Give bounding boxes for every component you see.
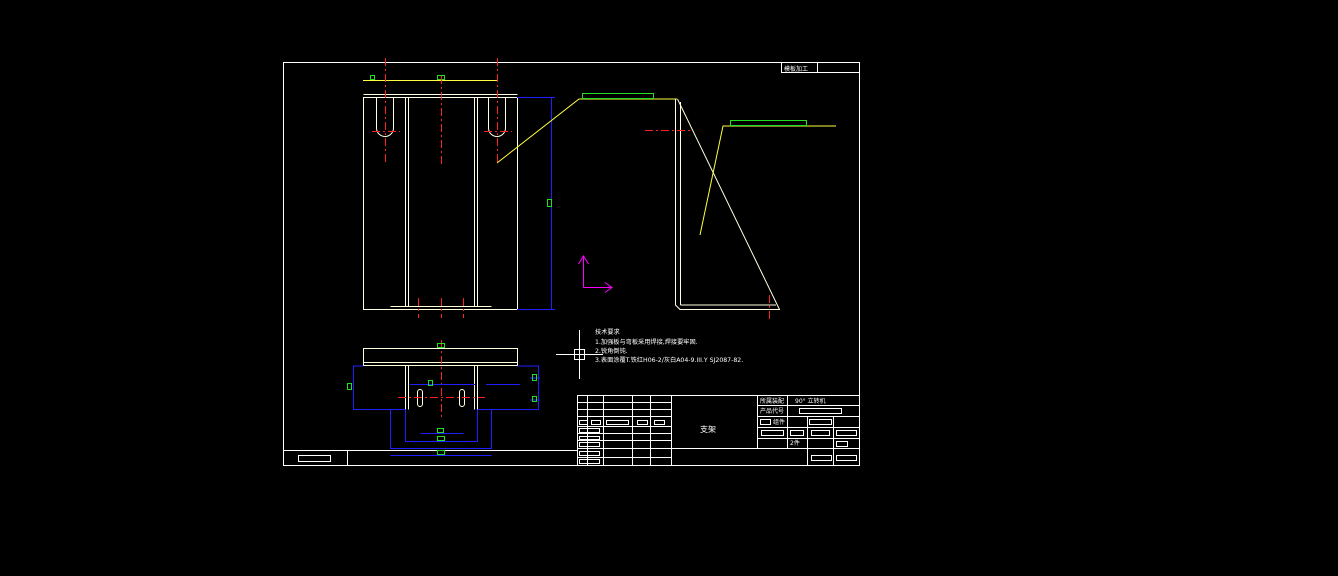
tech-requirement-line: 2.锐角倒钝. [595, 347, 628, 355]
front-view [363, 58, 555, 318]
project-label: 所属装配 [760, 397, 784, 405]
top-right-tag-text: 模板加工 [784, 65, 808, 73]
sheet-label: 2件 [790, 439, 800, 447]
cad-drawing-canvas[interactable]: 模板加工 技术要求 1.加强板与弯板采用焊接,焊接要牢固. 2.锐角倒钝. 3.… [0, 0, 1338, 576]
tech-requirement-line: 3.表面涂覆T.铁红H06-2/灰白A04-9.III.Y SJ2087-82. [595, 356, 743, 364]
title-block-text: 支架 所属装配 90° 立转机 产品代号 组件 2件 [700, 397, 826, 447]
title-block [577, 395, 860, 466]
part-name: 支架 [700, 424, 716, 434]
tech-requirements-heading: 技术要求 [595, 328, 620, 336]
bottom-view [347, 340, 540, 456]
material-label: 组件 [773, 418, 785, 426]
tech-requirements: 技术要求 1.加强板与弯板采用焊接,焊接要牢固. 2.锐角倒钝. 3.表面涂覆T… [595, 328, 743, 364]
dim-text-marker [582, 93, 654, 99]
dim-text-marker [370, 75, 375, 80]
ucs-axes-icon [578, 255, 613, 293]
dim-text-marker [730, 120, 807, 126]
tech-requirement-line: 1.加强板与弯板采用焊接,焊接要牢固. [595, 338, 698, 346]
product-code-label: 产品代号 [760, 407, 784, 415]
dim-text-marker [547, 199, 552, 207]
project-value: 90° 立转机 [795, 397, 826, 405]
